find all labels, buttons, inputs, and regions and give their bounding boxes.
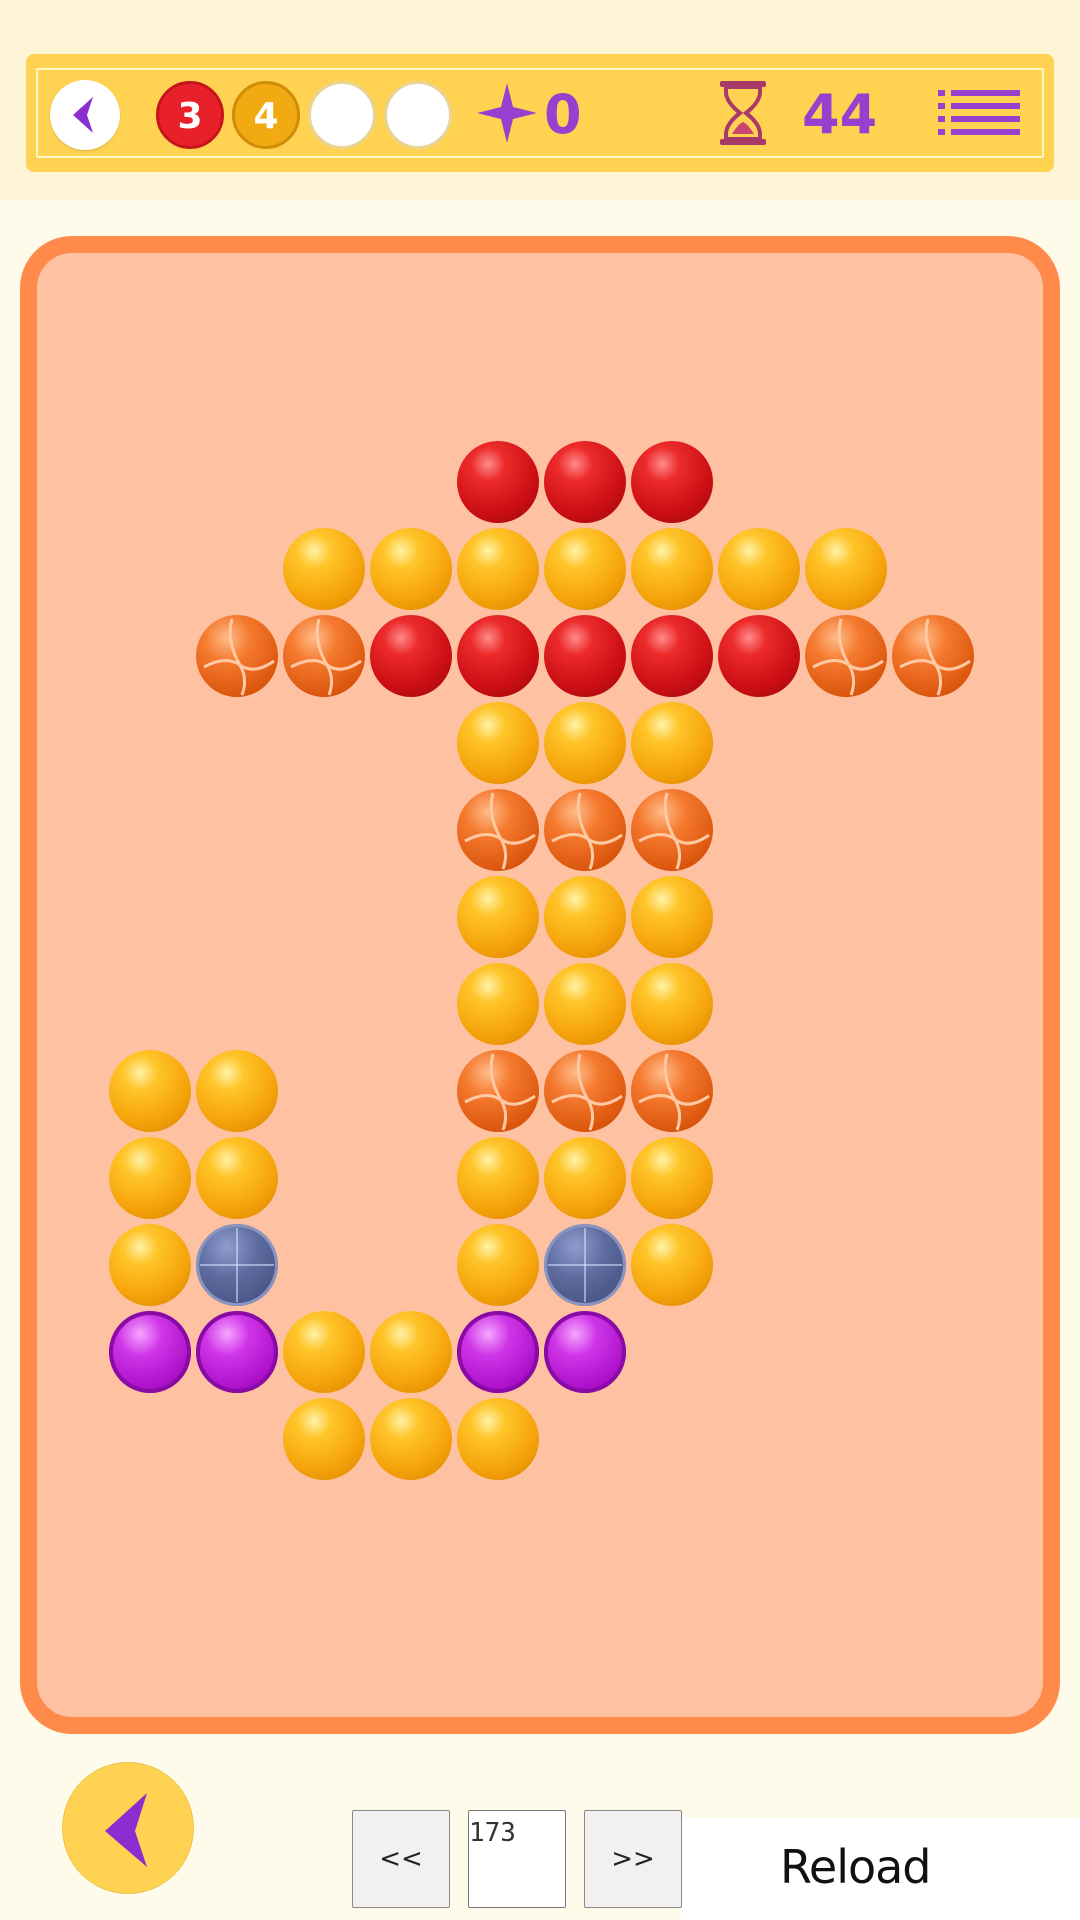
- reload-link[interactable]: Reload: [780, 1840, 932, 1894]
- gold-ball[interactable]: [109, 1050, 191, 1132]
- prev-level-button[interactable]: <<: [352, 1810, 450, 1908]
- gold-ball[interactable]: [370, 528, 452, 610]
- gold-ball[interactable]: [370, 1398, 452, 1480]
- gold-ball[interactable]: [109, 1224, 191, 1306]
- gold-ball[interactable]: [457, 528, 539, 610]
- red-ball[interactable]: [457, 441, 539, 523]
- gold-ball[interactable]: [544, 702, 626, 784]
- orange-ball[interactable]: [196, 615, 278, 697]
- level-input[interactable]: 173: [468, 1810, 566, 1908]
- gold-ball[interactable]: [544, 963, 626, 1045]
- steel-ball[interactable]: [196, 1224, 278, 1306]
- badge-empty: [308, 81, 376, 149]
- orange-ball[interactable]: [457, 1050, 539, 1132]
- gold-ball[interactable]: [196, 1050, 278, 1132]
- gold-ball[interactable]: [631, 528, 713, 610]
- orange-ball[interactable]: [544, 789, 626, 871]
- gold-ball[interactable]: [805, 528, 887, 610]
- menu-list-icon[interactable]: [938, 88, 1020, 138]
- gold-ball[interactable]: [631, 876, 713, 958]
- gold-ball[interactable]: [370, 1311, 452, 1393]
- gold-ball[interactable]: [283, 528, 365, 610]
- gold-ball[interactable]: [544, 528, 626, 610]
- orange-ball[interactable]: [283, 615, 365, 697]
- gold-ball[interactable]: [457, 1398, 539, 1480]
- star-count: 0: [544, 83, 582, 146]
- gold-ball[interactable]: [457, 1224, 539, 1306]
- red-ball[interactable]: [544, 615, 626, 697]
- level-value: 173: [469, 1818, 516, 1848]
- red-ball[interactable]: [457, 615, 539, 697]
- gold-ball[interactable]: [109, 1137, 191, 1219]
- red-ball[interactable]: [631, 441, 713, 523]
- timer-value: 44: [802, 83, 878, 146]
- orange-ball[interactable]: [544, 1050, 626, 1132]
- gold-ball[interactable]: [457, 876, 539, 958]
- back-button[interactable]: [50, 80, 120, 150]
- orange-ball[interactable]: [631, 789, 713, 871]
- chevron-left-icon: [73, 97, 93, 133]
- next-level-button[interactable]: >>: [584, 1810, 682, 1908]
- gold-ball[interactable]: [544, 876, 626, 958]
- red-ball[interactable]: [370, 615, 452, 697]
- gold-ball[interactable]: [457, 702, 539, 784]
- game-board[interactable]: [20, 236, 1060, 1734]
- gold-ball[interactable]: [631, 1224, 713, 1306]
- gold-ball[interactable]: [631, 1137, 713, 1219]
- steel-ball[interactable]: [544, 1224, 626, 1306]
- magenta-ball[interactable]: [196, 1311, 278, 1393]
- gold-ball[interactable]: [283, 1311, 365, 1393]
- gold-ball[interactable]: [544, 1137, 626, 1219]
- magenta-ball[interactable]: [457, 1311, 539, 1393]
- hourglass-icon: [720, 81, 766, 145]
- badge-gold: 4: [232, 81, 300, 149]
- gold-ball[interactable]: [631, 963, 713, 1045]
- star-icon: [477, 83, 537, 143]
- magenta-ball[interactable]: [109, 1311, 191, 1393]
- gold-ball[interactable]: [196, 1137, 278, 1219]
- red-ball[interactable]: [718, 615, 800, 697]
- red-ball[interactable]: [631, 615, 713, 697]
- gold-ball[interactable]: [631, 702, 713, 784]
- badge-red: 3: [156, 81, 224, 149]
- chevron-left-icon: [105, 1793, 147, 1867]
- magenta-ball[interactable]: [544, 1311, 626, 1393]
- gold-ball[interactable]: [283, 1398, 365, 1480]
- red-ball[interactable]: [544, 441, 626, 523]
- orange-ball[interactable]: [892, 615, 974, 697]
- gold-ball[interactable]: [457, 963, 539, 1045]
- orange-ball[interactable]: [631, 1050, 713, 1132]
- orange-ball[interactable]: [805, 615, 887, 697]
- bottom-back-button[interactable]: [62, 1762, 194, 1894]
- badge-empty: [384, 81, 452, 149]
- orange-ball[interactable]: [457, 789, 539, 871]
- gold-ball[interactable]: [718, 528, 800, 610]
- gold-ball[interactable]: [457, 1137, 539, 1219]
